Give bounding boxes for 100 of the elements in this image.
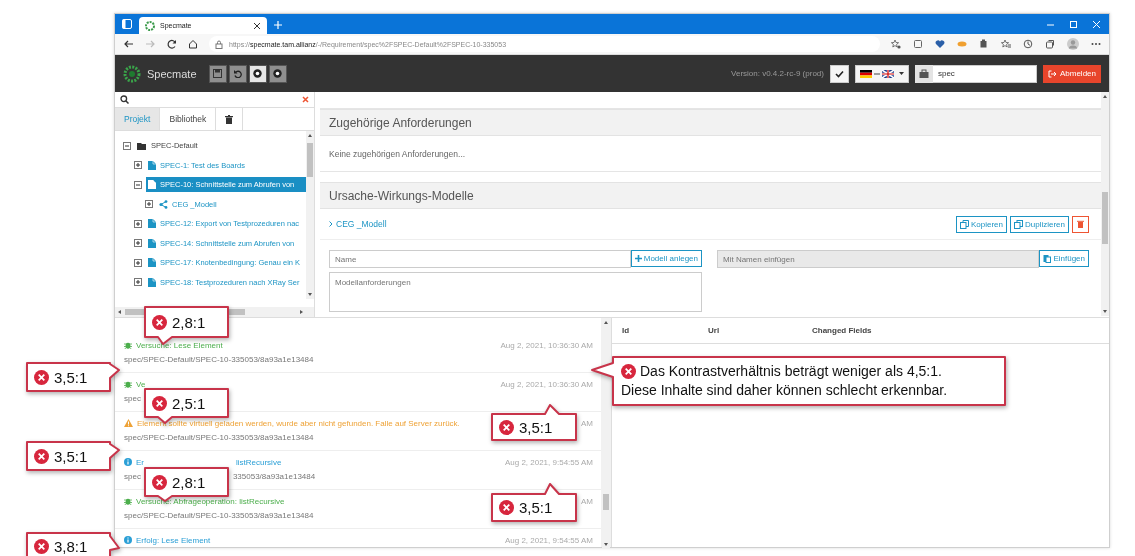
tab[interactable]: Projekt [115, 108, 161, 130]
callout-text: 2,8:1 [172, 473, 206, 491]
error-icon [34, 448, 49, 464]
callout-text: Das Kontrastverhältnis beträgt weniger als 4,5:1. [640, 362, 942, 381]
paste-button[interactable]: Einfügen [1039, 250, 1089, 267]
log-path: spec [124, 471, 141, 481]
dot-circle-icon [273, 69, 283, 78]
expand-toggle[interactable] [134, 180, 142, 189]
maximize-icon[interactable] [1069, 19, 1078, 29]
close-icon[interactable] [253, 21, 261, 30]
square-icon[interactable] [913, 39, 923, 49]
callout-text: 3,8:1 [54, 537, 88, 555]
create-button[interactable]: Modell anlegen [630, 250, 702, 267]
floppy-icon [213, 69, 223, 78]
error-icon [499, 500, 514, 515]
document-icon [148, 277, 156, 287]
back-icon[interactable] [123, 39, 134, 49]
folder-icon [137, 141, 147, 150]
expand-toggle[interactable] [134, 258, 142, 267]
delete-button[interactable] [1072, 215, 1089, 233]
error-icon [34, 369, 49, 385]
reload-icon[interactable] [167, 39, 177, 49]
log-path: spec/SPEC-Default/SPEC-10-335053/8a93a1e13484 [124, 432, 314, 442]
bug-icon [124, 380, 132, 388]
expand-toggle[interactable] [145, 200, 153, 209]
copy-button[interactable]: Kopieren [955, 215, 1007, 233]
log-message: Element sollte virtuell geladen werden, wurde aber nicht gefunden. Falle auf Server zurück. [137, 418, 460, 428]
puzzle-icon[interactable] [979, 39, 989, 49]
document-icon [148, 238, 156, 248]
heart-icon[interactable] [935, 39, 945, 49]
toolbar-button[interactable] [248, 64, 267, 83]
plus-icon [634, 255, 642, 262]
more-icon[interactable] [1091, 42, 1101, 46]
section-title: Ursache-Wirkungs-Modelle [329, 188, 474, 203]
expand-toggle[interactable] [134, 161, 142, 170]
callout-text: 3,5:1 [54, 368, 88, 386]
version-label: Version: v0.4.2-rc-9 (prod) [731, 69, 824, 78]
log-message: Erfolg: Lese Element [136, 535, 211, 545]
copy-icon [959, 219, 969, 229]
expand-toggle[interactable] [134, 239, 142, 248]
new-tab-icon[interactable] [273, 20, 283, 30]
log-message: Ve [136, 379, 146, 389]
favorites-icon[interactable] [1001, 39, 1011, 49]
document-icon [148, 160, 156, 170]
log-path: 335053/8a93a1e13484 [232, 471, 316, 481]
description-field[interactable]: Modellanforderungen [329, 272, 702, 312]
log-path: spec/SPEC-Default/SPEC-10-335053/8a93a1e13484 [124, 510, 314, 520]
search-field[interactable]: spec [932, 64, 1037, 83]
history-icon[interactable] [1023, 39, 1033, 49]
scrollbar[interactable] [1101, 92, 1109, 316]
clipboard-icon [1043, 254, 1052, 263]
log-message: Versuche: Lese Element [136, 340, 223, 350]
expand-toggle[interactable] [134, 219, 142, 228]
timestamp: AM [581, 496, 593, 506]
dot-circle-icon [253, 69, 263, 78]
caret-icon [898, 72, 904, 75]
tab-actions-icon[interactable] [121, 18, 133, 30]
favicon-icon [145, 20, 155, 31]
chevron-icon [329, 221, 333, 227]
log-message: Versuche: Abfrageoperation: listRecursive [136, 496, 285, 506]
scrollbar[interactable] [602, 318, 610, 549]
expand-toggle[interactable] [123, 141, 131, 150]
duplicate-button[interactable]: Duplizieren [1009, 215, 1069, 233]
callout-text: 3,5:1 [54, 447, 88, 465]
error-icon [152, 314, 167, 330]
app-name: Specmate [147, 67, 197, 80]
error-icon [152, 395, 167, 411]
callout-text: 2,5:1 [172, 394, 206, 412]
search-icon [120, 95, 129, 104]
bug-icon [124, 341, 132, 349]
clear-icon[interactable] [302, 96, 309, 103]
trash-icon [1077, 220, 1084, 228]
logout-button[interactable]: Abmelden [1042, 64, 1101, 83]
lock-icon [215, 39, 223, 49]
log-message: Er [136, 457, 144, 467]
language-dropdown[interactable] [854, 64, 909, 83]
info-icon [124, 458, 132, 466]
flag-icon [859, 69, 872, 78]
scrollbar[interactable] [306, 131, 314, 299]
bug-icon [124, 497, 132, 505]
briefcase-icon [914, 64, 933, 83]
document-icon [148, 180, 156, 190]
warning-icon [124, 419, 133, 427]
confirm-button[interactable] [829, 64, 849, 83]
callout-text: 2,8:1 [172, 313, 206, 331]
sign-out-icon [1047, 69, 1057, 78]
collections-icon[interactable] [1045, 39, 1055, 49]
model-link[interactable]: CEG _Modell [329, 219, 387, 229]
log-path: spec/SPEC-Default/SPEC-10-335053/8a93a1e13484 [124, 354, 314, 364]
timestamp: AM [581, 418, 593, 428]
document-icon [148, 219, 156, 229]
logo-icon [123, 64, 141, 83]
check-icon [834, 69, 844, 78]
avatar-icon[interactable] [1067, 38, 1079, 50]
column-header: Id [622, 326, 631, 335]
name-field[interactable]: Name [329, 250, 631, 268]
home-icon[interactable] [188, 39, 198, 49]
expand-toggle[interactable] [134, 278, 142, 287]
timestamp: Aug 2, 2021, 10:36:30 AM [500, 379, 593, 389]
add-favorite-icon[interactable] [891, 39, 901, 49]
